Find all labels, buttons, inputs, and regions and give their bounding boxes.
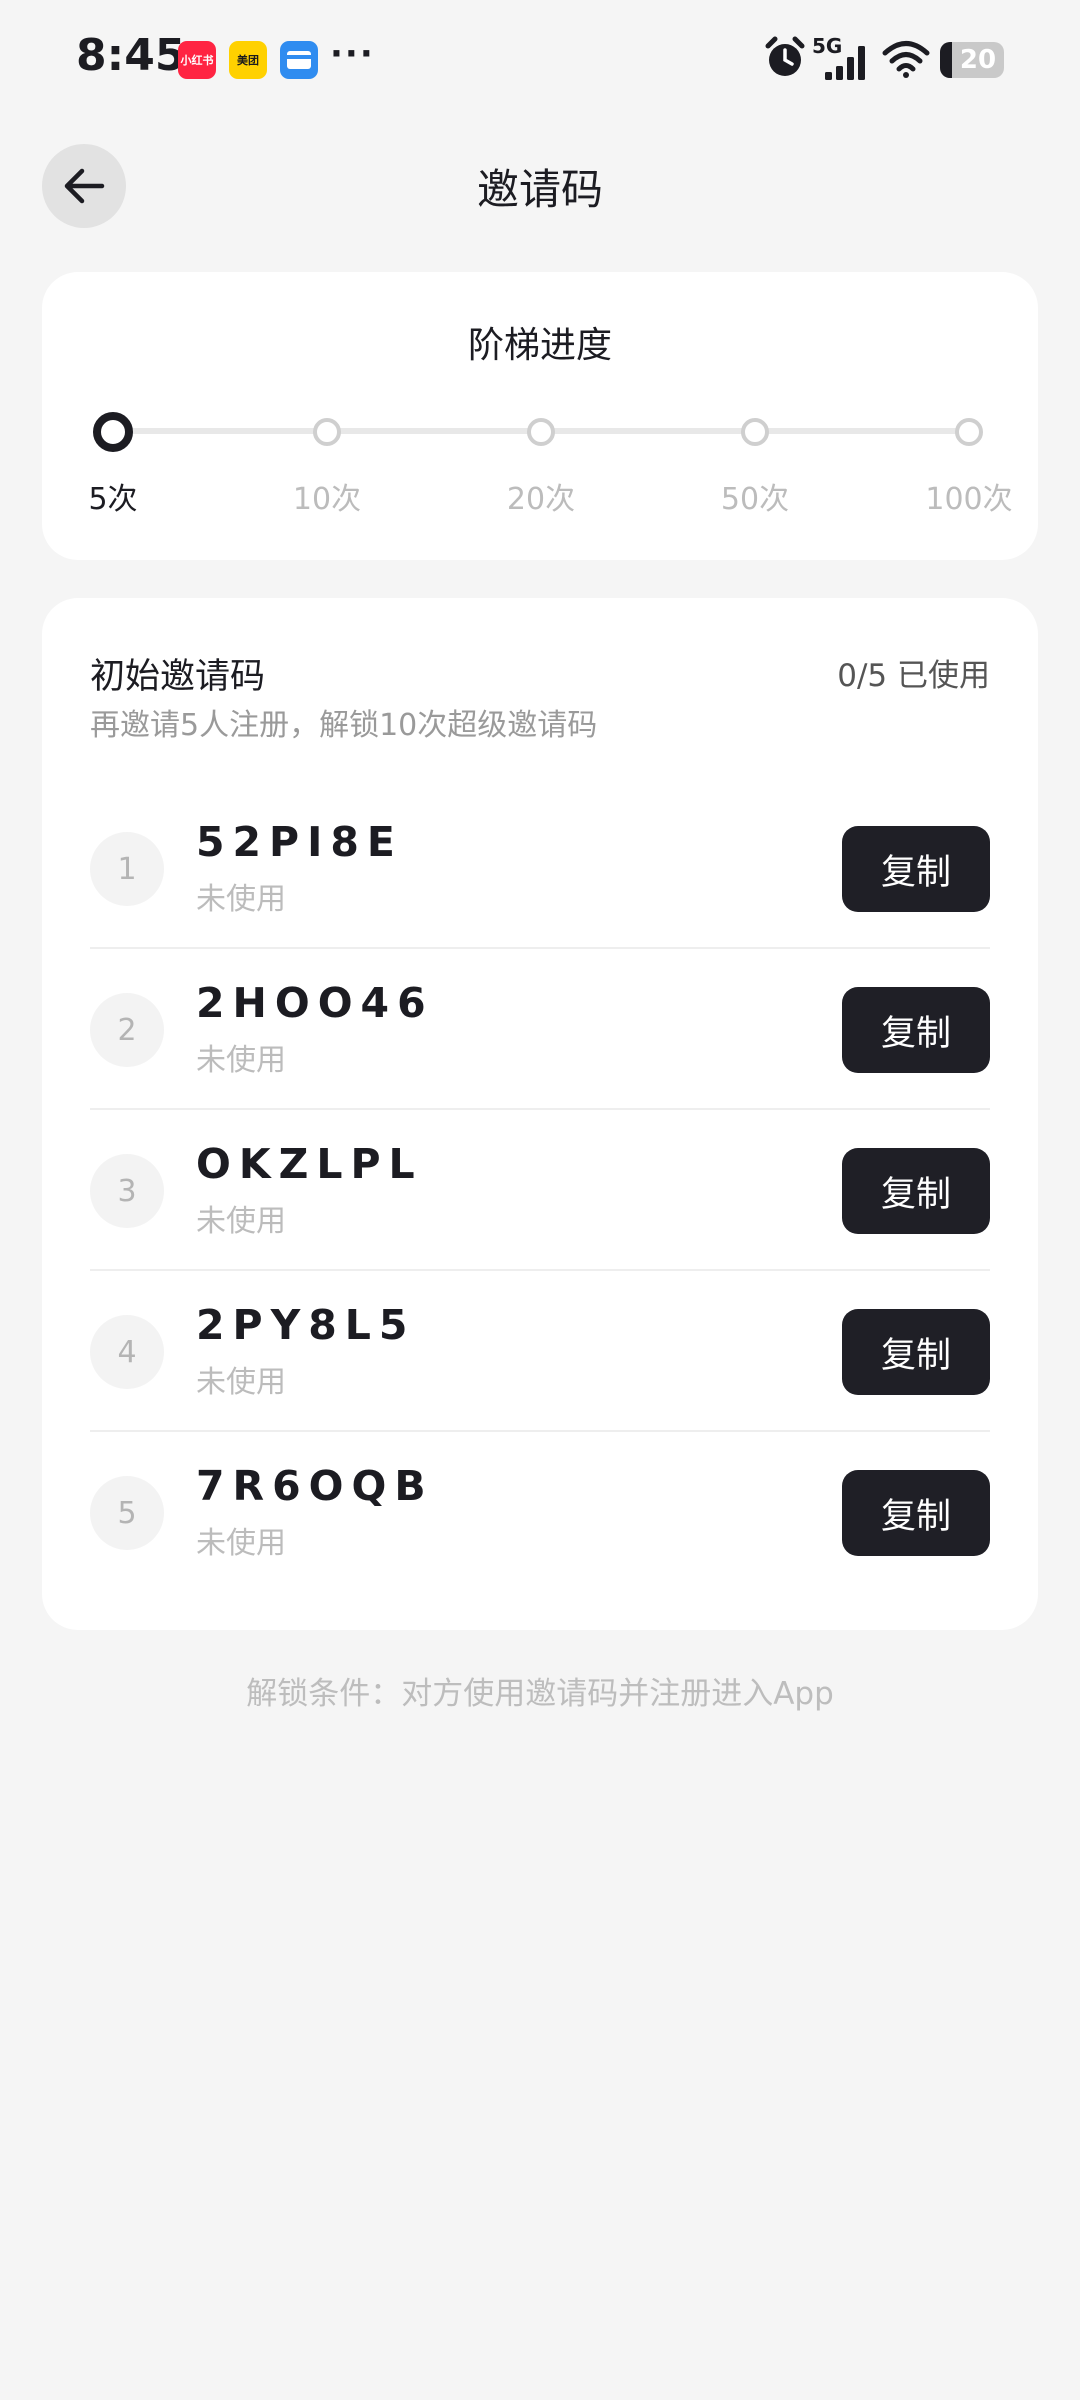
invite-code-row: 3 OKZLPL 未使用 复制	[90, 1110, 990, 1271]
invite-code-row: 1 52PI8E 未使用 复制	[90, 788, 990, 949]
progress-step-dot	[955, 418, 983, 446]
invite-code-row: 4 2PY8L5 未使用 复制	[90, 1271, 990, 1432]
status-time: 8:45	[76, 30, 186, 81]
section-subtitle: 再邀请5人注册，解锁10次超级邀请码	[90, 708, 598, 743]
progress-step-dot	[741, 418, 769, 446]
progress-step-dot	[313, 418, 341, 446]
row-index-badge: 4	[90, 1315, 164, 1389]
xiaohongshu-app-icon: 小红书	[178, 41, 216, 79]
signal-icon	[825, 46, 865, 80]
wifi-icon	[882, 41, 930, 78]
copy-button[interactable]: 复制	[842, 826, 990, 912]
progress-step-label: 5次	[88, 482, 138, 517]
copy-button[interactable]: 复制	[842, 1309, 990, 1395]
meituan-app-icon: 美团	[229, 41, 267, 79]
more-notifications-icon: ···	[330, 34, 375, 74]
invite-code-status: 未使用	[196, 1365, 286, 1400]
wallet-app-icon	[280, 41, 318, 79]
alarm-icon	[765, 36, 805, 76]
ladder-title: 阶梯进度	[467, 325, 612, 366]
invite-code-text: 7R6OQB	[196, 1462, 434, 1510]
copy-button[interactable]: 复制	[842, 1148, 990, 1234]
section-title: 初始邀请码	[90, 657, 266, 697]
progress-step-label: 50次	[720, 482, 790, 517]
row-index-badge: 5	[90, 1476, 164, 1550]
row-index-badge: 2	[90, 993, 164, 1067]
copy-button[interactable]: 复制	[842, 987, 990, 1073]
progress-step-label: 20次	[506, 482, 576, 517]
battery-level: 20	[959, 45, 997, 75]
progress-step-dot	[93, 412, 133, 452]
row-index-badge: 1	[90, 832, 164, 906]
progress-step-label: 100次	[925, 482, 1013, 517]
battery-icon: 20	[940, 42, 1004, 78]
invite-code-status: 未使用	[196, 1526, 286, 1561]
invite-code-row: 5 7R6OQB 未使用 复制	[90, 1432, 990, 1593]
page-title: 邀请码	[476, 165, 603, 214]
progress-step-label: 10次	[292, 482, 362, 517]
invite-code-status: 未使用	[196, 882, 286, 917]
ladder-progress-card: 阶梯进度 5次 10次 20次 50次 100次	[42, 272, 1038, 560]
invite-code-status: 未使用	[196, 1043, 286, 1078]
invite-code-text: OKZLPL	[196, 1140, 423, 1188]
invite-code-text: 2PY8L5	[196, 1301, 416, 1349]
usage-count: 0/5 已使用	[837, 658, 990, 694]
status-bar: 8:45 小红书 美团 ··· 5G 20	[0, 0, 1080, 120]
row-index-badge: 3	[90, 1154, 164, 1228]
invite-code-row: 2 2HOO46 未使用 复制	[90, 949, 990, 1110]
invite-code-status: 未使用	[196, 1204, 286, 1239]
invite-code-text: 52PI8E	[196, 818, 403, 866]
invite-code-text: 2HOO46	[196, 979, 434, 1027]
unlock-condition-note: 解锁条件：对方使用邀请码并注册进入App	[246, 1676, 834, 1712]
copy-button[interactable]: 复制	[842, 1470, 990, 1556]
progress-step-dot	[527, 418, 555, 446]
